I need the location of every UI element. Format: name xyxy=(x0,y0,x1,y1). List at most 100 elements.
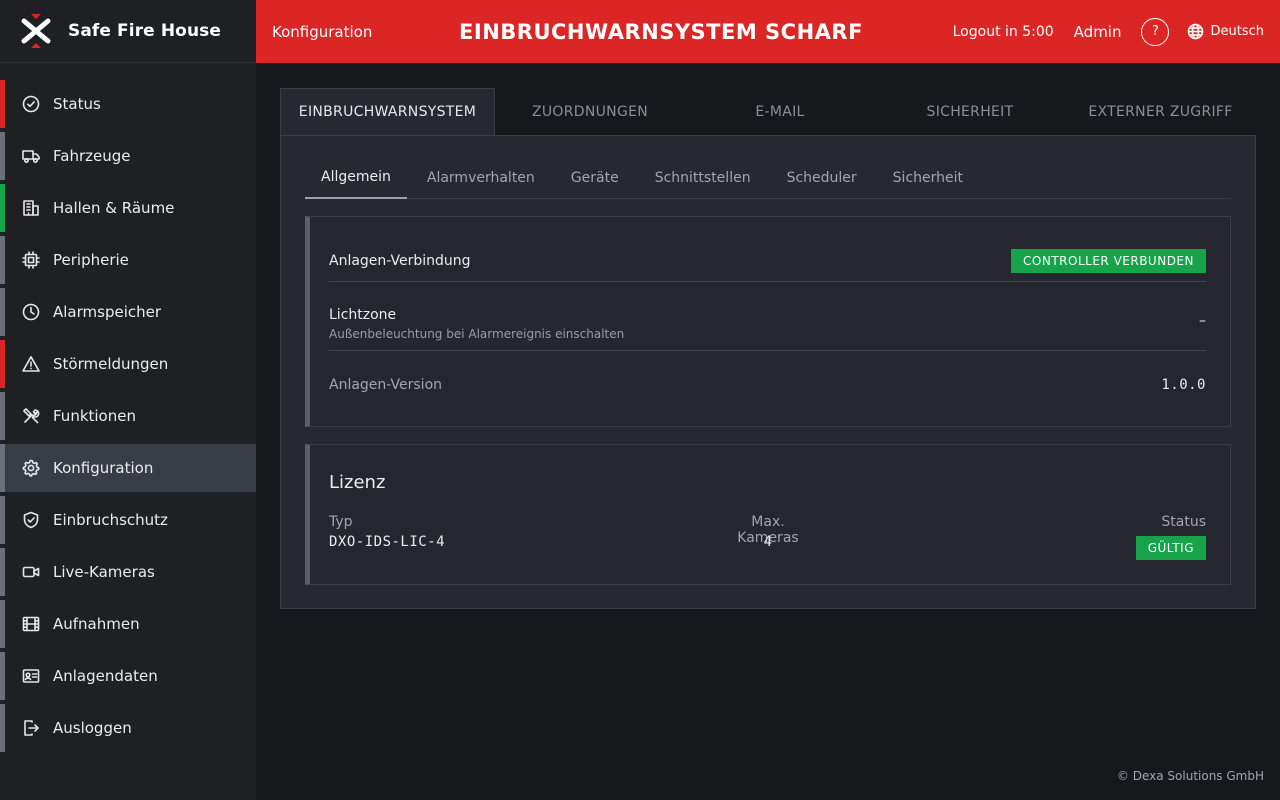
building-icon xyxy=(22,199,40,217)
connection-label: Anlagen-Verbindung xyxy=(329,253,471,269)
language-selector[interactable]: Deutsch xyxy=(1187,23,1264,40)
license-title: Lizenz xyxy=(329,472,386,493)
truck-icon xyxy=(22,147,40,165)
sidebar-item-label: Funktionen xyxy=(53,407,136,425)
sub-tabs: Allgemein Alarmverhalten Geräte Schnitts… xyxy=(305,157,1231,199)
shield-icon xyxy=(22,511,40,529)
subtab-allgemein[interactable]: Allgemein xyxy=(305,157,407,199)
license-status-label: Status xyxy=(1161,514,1206,530)
globe-icon xyxy=(1188,23,1204,40)
version-value: 1.0.0 xyxy=(1161,377,1206,393)
license-type-value: DXO-IDS-LIC-4 xyxy=(329,534,446,550)
status-indicator xyxy=(0,600,5,648)
brand-logo-icon xyxy=(20,13,52,49)
film-icon xyxy=(22,615,40,633)
subtab-alarmverhalten[interactable]: Alarmverhalten xyxy=(411,157,551,199)
clock-icon xyxy=(22,303,40,321)
logout-icon xyxy=(22,719,40,737)
tools-icon xyxy=(22,407,40,425)
status-indicator xyxy=(0,184,5,232)
top-header: Konfiguration EINBRUCHWARNSYSTEM SCHARF … xyxy=(256,0,1280,63)
sidebar-item-hallen[interactable]: Hallen & Räume xyxy=(0,184,256,232)
subtab-sicherheit[interactable]: Sicherheit xyxy=(877,157,979,199)
gear-icon xyxy=(22,459,40,477)
license-type-label: Typ xyxy=(329,514,353,530)
id-card-icon xyxy=(22,667,40,685)
lightzone-row[interactable]: Lichtzone Außenbeleuchtung bei Alarmerei… xyxy=(329,307,1206,341)
tab-email[interactable]: E-MAIL xyxy=(685,88,875,135)
sidebar-item-funktionen[interactable]: Funktionen xyxy=(0,392,256,440)
sidebar-item-stoermeldungen[interactable]: Störmeldungen xyxy=(0,340,256,388)
license-status-badge: GÜLTIG xyxy=(1135,536,1206,560)
sidebar-item-label: Störmeldungen xyxy=(53,355,169,373)
tab-sicherheit[interactable]: SICHERHEIT xyxy=(875,88,1065,135)
header-actions: Logout in 5:00 Admin ? Deutsch xyxy=(953,0,1264,63)
sidebar-item-label: Peripherie xyxy=(53,251,129,269)
status-indicator xyxy=(0,288,5,336)
lightzone-text: Lichtzone Außenbeleuchtung bei Alarmerei… xyxy=(329,307,624,341)
sidebar-item-ausloggen[interactable]: Ausloggen xyxy=(0,704,256,752)
sidebar-item-anlagendaten[interactable]: Anlagendaten xyxy=(0,652,256,700)
tab-panel: Allgemein Alarmverhalten Geräte Schnitts… xyxy=(280,135,1256,609)
sidebar-item-label: Konfiguration xyxy=(53,459,154,477)
footer-copyright: © Dexa Solutions GmbH xyxy=(1116,769,1264,783)
sidebar-item-peripherie[interactable]: Peripherie xyxy=(0,236,256,284)
lightzone-value: – xyxy=(1199,313,1206,329)
subtab-schnittstellen[interactable]: Schnittstellen xyxy=(639,157,767,199)
status-indicator xyxy=(0,132,5,180)
sidebar-item-aufnahmen[interactable]: Aufnahmen xyxy=(0,600,256,648)
general-settings-card: Anlagen-Verbindung CONTROLLER VERBUNDEN … xyxy=(305,216,1231,427)
main-tabs: EINBRUCHWARNSYSTEM ZUORDNUNGEN E-MAIL SI… xyxy=(280,88,1256,135)
sidebar: Safe Fire House Status Fahrzeuge Hallen … xyxy=(0,0,256,800)
status-indicator xyxy=(0,444,5,492)
license-card: Lizenz Typ DXO-IDS-LIC-4 Max. Kameras 4 … xyxy=(305,444,1231,585)
connection-row: Anlagen-Verbindung CONTROLLER VERBUNDEN xyxy=(329,249,1206,273)
subtab-scheduler[interactable]: Scheduler xyxy=(771,157,873,199)
brand-name: Safe Fire House xyxy=(68,21,221,41)
tab-zuordnungen[interactable]: ZUORDNUNGEN xyxy=(495,88,685,135)
sidebar-item-label: Anlagendaten xyxy=(53,667,158,685)
sidebar-item-status[interactable]: Status xyxy=(0,80,256,128)
sidebar-item-einbruchschutz[interactable]: Einbruchschutz xyxy=(0,496,256,544)
sidebar-item-label: Live-Kameras xyxy=(53,563,155,581)
lightzone-description: Außenbeleuchtung bei Alarmereignis einsc… xyxy=(329,327,625,341)
sidebar-nav: Status Fahrzeuge Hallen & Räume Peripher… xyxy=(0,80,256,756)
version-row: Anlagen-Version 1.0.0 xyxy=(329,373,1206,397)
max-cameras-value: 4 xyxy=(763,534,773,550)
sidebar-item-label: Hallen & Räume xyxy=(53,199,175,217)
chip-icon xyxy=(22,251,40,269)
warning-icon xyxy=(22,355,40,373)
lightzone-label: Lichtzone xyxy=(329,307,397,323)
status-indicator xyxy=(0,548,5,596)
sidebar-item-label: Aufnahmen xyxy=(53,615,140,633)
status-indicator xyxy=(0,704,5,752)
status-indicator xyxy=(0,236,5,284)
logout-timer[interactable]: Logout in 5:00 xyxy=(953,24,1054,40)
alarm-state-title: EINBRUCHWARNSYSTEM SCHARF xyxy=(459,19,863,44)
status-indicator xyxy=(0,652,5,700)
tab-einbruchwarnsystem[interactable]: EINBRUCHWARNSYSTEM xyxy=(280,88,495,135)
help-button[interactable]: ? xyxy=(1141,17,1170,46)
sidebar-item-konfiguration[interactable]: Konfiguration xyxy=(0,444,256,492)
main-content: EINBRUCHWARNSYSTEM ZUORDNUNGEN E-MAIL SI… xyxy=(280,88,1256,609)
version-label: Anlagen-Version xyxy=(329,377,443,393)
status-indicator xyxy=(0,80,5,128)
language-label: Deutsch xyxy=(1210,24,1264,39)
sidebar-item-label: Status xyxy=(53,95,101,113)
sidebar-item-alarmspeicher[interactable]: Alarmspeicher xyxy=(0,288,256,336)
sidebar-item-live-kameras[interactable]: Live-Kameras xyxy=(0,548,256,596)
sidebar-item-fahrzeuge[interactable]: Fahrzeuge xyxy=(0,132,256,180)
status-indicator xyxy=(0,392,5,440)
brand[interactable]: Safe Fire House xyxy=(0,0,256,63)
subtab-geraete[interactable]: Geräte xyxy=(555,157,635,199)
divider xyxy=(329,350,1206,351)
user-menu[interactable]: Admin xyxy=(1074,23,1122,41)
check-circle-icon xyxy=(22,95,40,113)
connection-status-badge: CONTROLLER VERBUNDEN xyxy=(1011,249,1206,273)
sidebar-item-label: Alarmspeicher xyxy=(53,303,162,321)
divider xyxy=(329,281,1206,282)
sidebar-item-label: Ausloggen xyxy=(53,719,132,737)
tab-externer-zugriff[interactable]: EXTERNER ZUGRIFF xyxy=(1065,88,1256,135)
status-indicator xyxy=(0,496,5,544)
status-indicator xyxy=(0,340,5,388)
